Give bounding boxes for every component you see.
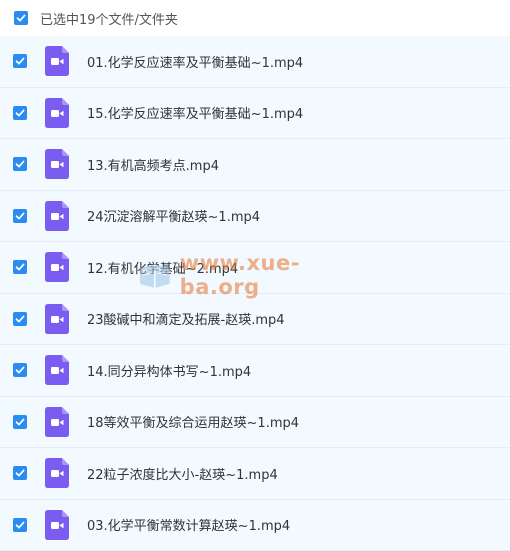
- video-file-icon: [45, 458, 69, 489]
- file-row[interactable]: 18等效平衡及综合运用赵瑛~1.mp4: [0, 396, 510, 448]
- file-checkbox[interactable]: [13, 414, 27, 429]
- video-file-icon: [45, 406, 69, 437]
- video-file-icon: [45, 200, 69, 231]
- selection-count-label: 已选中19个文件/文件夹: [40, 12, 178, 28]
- video-file-icon: [45, 252, 69, 283]
- checkmark-icon: [15, 469, 25, 477]
- file-name: 03.化学平衡常数计算赵瑛~1.mp4: [87, 519, 291, 535]
- video-file-icon: [45, 303, 69, 334]
- checkmark-icon: [15, 315, 25, 323]
- file-row[interactable]: 03.化学平衡常数计算赵瑛~1.mp4: [0, 499, 510, 551]
- video-file-icon: [45, 355, 69, 386]
- file-checkbox[interactable]: [13, 363, 27, 378]
- checkmark-icon: [15, 418, 25, 426]
- file-row[interactable]: 14.同分异构体书写~1.mp4: [0, 345, 510, 397]
- file-checkbox[interactable]: [13, 105, 27, 120]
- file-name: 13.有机高频考点.mp4: [87, 158, 219, 174]
- video-file-icon: [45, 97, 69, 128]
- file-list: 01.化学反应速率及平衡基础~1.mp4 15.化学反应速率及平衡基础~1.mp…: [0, 36, 510, 551]
- file-name: 18等效平衡及综合运用赵瑛~1.mp4: [87, 416, 300, 432]
- checkmark-icon: [15, 366, 25, 374]
- file-checkbox[interactable]: [13, 157, 27, 172]
- checkmark-icon: [15, 160, 25, 168]
- file-name: 24沉淀溶解平衡赵瑛~1.mp4: [87, 210, 261, 226]
- video-file-icon: [45, 46, 69, 77]
- selection-header: 已选中19个文件/文件夹: [0, 0, 510, 36]
- file-row[interactable]: 13.有机高频考点.mp4: [0, 139, 510, 191]
- file-row[interactable]: 22粒子浓度比大小-赵瑛~1.mp4: [0, 448, 510, 500]
- file-name: 01.化学反应速率及平衡基础~1.mp4: [87, 55, 304, 71]
- video-file-icon: [45, 149, 69, 180]
- file-name: 23酸碱中和滴定及拓展-赵瑛.mp4: [87, 313, 285, 329]
- checkmark-icon: [15, 263, 25, 271]
- file-checkbox[interactable]: [13, 54, 27, 69]
- checkmark-icon: [16, 14, 26, 22]
- file-row[interactable]: 23酸碱中和滴定及拓展-赵瑛.mp4: [0, 293, 510, 345]
- select-all-checkbox[interactable]: [14, 11, 28, 25]
- checkmark-icon: [15, 109, 25, 117]
- checkmark-icon: [15, 521, 25, 529]
- file-checkbox[interactable]: [13, 466, 27, 481]
- file-checkbox[interactable]: [13, 260, 27, 275]
- video-file-icon: [45, 509, 69, 540]
- file-name: 12.有机化学基础~2.mp4: [87, 261, 239, 277]
- checkmark-icon: [15, 212, 25, 220]
- file-row[interactable]: 15.化学反应速率及平衡基础~1.mp4: [0, 87, 510, 139]
- file-checkbox[interactable]: [13, 311, 27, 326]
- file-checkbox[interactable]: [13, 517, 27, 532]
- file-row[interactable]: 24沉淀溶解平衡赵瑛~1.mp4: [0, 190, 510, 242]
- file-checkbox[interactable]: [13, 208, 27, 223]
- file-name: 22粒子浓度比大小-赵瑛~1.mp4: [87, 467, 278, 483]
- file-row[interactable]: 01.化学反应速率及平衡基础~1.mp4: [0, 36, 510, 88]
- file-row[interactable]: 12.有机化学基础~2.mp4: [0, 242, 510, 294]
- file-name: 15.化学反应速率及平衡基础~1.mp4: [87, 107, 304, 123]
- checkmark-icon: [15, 57, 25, 65]
- file-name: 14.同分异构体书写~1.mp4: [87, 364, 252, 380]
